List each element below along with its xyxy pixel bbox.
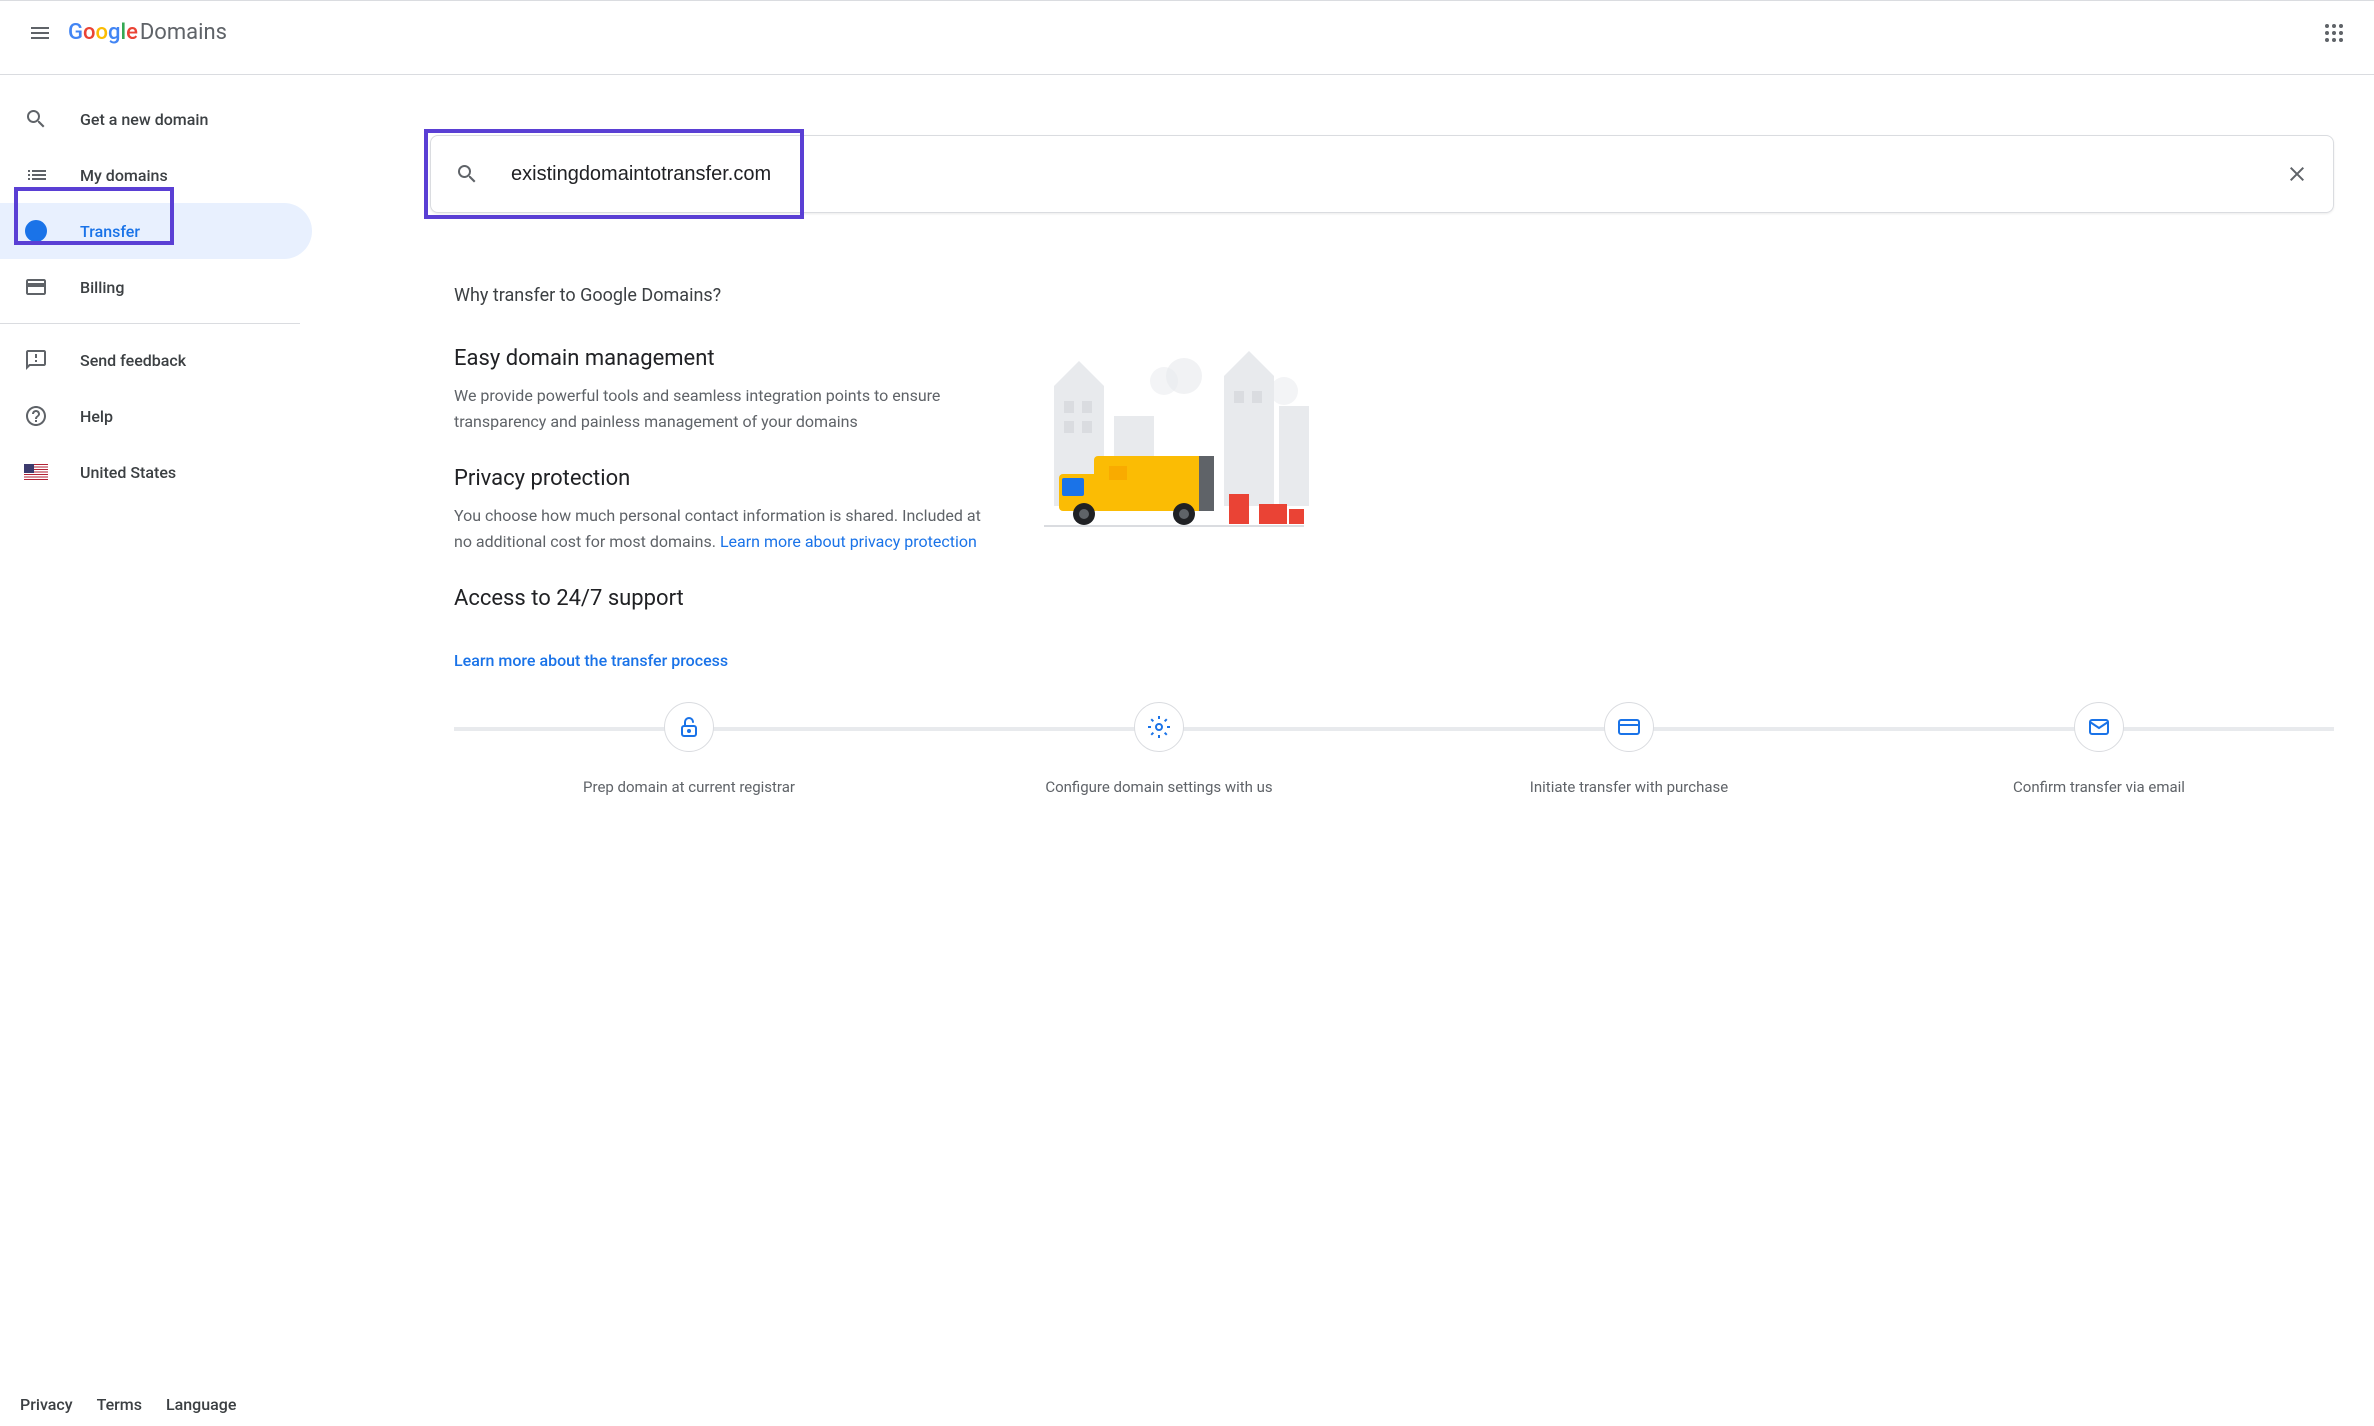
- feature-heading: Privacy protection: [454, 466, 994, 491]
- list-icon: [24, 163, 48, 187]
- nav-label: Get a new domain: [80, 110, 208, 129]
- google-logo-text: Google: [68, 20, 138, 45]
- close-icon: [2285, 162, 2309, 186]
- terms-link[interactable]: Terms: [97, 1395, 142, 1414]
- gear-icon: [1134, 702, 1184, 752]
- nav-label: Help: [80, 407, 113, 426]
- step-prep: Prep domain at current registrar: [454, 702, 924, 799]
- email-icon: [2074, 702, 2124, 752]
- sidebar-item-my-domains[interactable]: My domains: [0, 147, 312, 203]
- search-icon: [24, 107, 48, 131]
- us-flag-icon: [24, 460, 48, 484]
- feature-body: We provide powerful tools and seamless i…: [454, 383, 994, 434]
- privacy-link[interactable]: Privacy: [20, 1395, 73, 1414]
- footer-links: Privacy Terms Language: [0, 1383, 256, 1426]
- step-confirm: Confirm transfer via email: [1864, 702, 2334, 799]
- nav-label: United States: [80, 463, 176, 482]
- feature-privacy: Privacy protection You choose how much p…: [454, 466, 994, 554]
- top-bar: Google Domains: [0, 0, 2374, 64]
- step-label: Prep domain at current registrar: [454, 776, 924, 799]
- step-configure: Configure domain settings with us: [924, 702, 1394, 799]
- hamburger-icon: [28, 21, 52, 45]
- sidebar-item-billing[interactable]: Billing: [0, 259, 312, 315]
- learn-more-transfer-link[interactable]: Learn more about the transfer process: [454, 651, 728, 670]
- feedback-icon: [24, 348, 48, 372]
- sidebar-item-feedback[interactable]: Send feedback: [0, 332, 312, 388]
- language-link[interactable]: Language: [166, 1395, 236, 1414]
- sidebar-item-get-domain[interactable]: Get a new domain: [0, 91, 312, 147]
- transfer-steps: Prep domain at current registrar Configu…: [454, 702, 2334, 799]
- logo[interactable]: Google Domains: [68, 20, 227, 45]
- nav-label: Transfer: [80, 222, 140, 241]
- credit-card-icon: [24, 275, 48, 299]
- sidebar-item-help[interactable]: Help: [0, 388, 312, 444]
- main-content: Why transfer to Google Domains? Easy dom…: [320, 75, 2374, 1426]
- domain-transfer-input[interactable]: [511, 163, 2285, 186]
- why-transfer-section: Why transfer to Google Domains? Easy dom…: [430, 285, 2334, 799]
- nav-label: Billing: [80, 278, 124, 297]
- nav-label: Send feedback: [80, 351, 186, 370]
- nav-label: My domains: [80, 166, 168, 185]
- product-name: Domains: [140, 20, 227, 45]
- sidebar-item-transfer[interactable]: Transfer: [0, 203, 312, 259]
- step-label: Configure domain settings with us: [924, 776, 1394, 799]
- step-label: Initiate transfer with purchase: [1394, 776, 1864, 799]
- apps-grid-icon: [2322, 21, 2346, 45]
- step-label: Confirm transfer via email: [1864, 776, 2334, 799]
- sidebar-item-country[interactable]: United States: [0, 444, 312, 500]
- feature-heading: Access to 24/7 support: [454, 586, 994, 611]
- help-icon: [24, 404, 48, 428]
- transfer-icon: [24, 219, 48, 243]
- moving-truck-illustration: [1034, 346, 1314, 546]
- clear-search-button[interactable]: [2285, 162, 2309, 186]
- feature-support: Access to 24/7 support: [454, 586, 994, 611]
- section-title: Why transfer to Google Domains?: [454, 285, 2334, 306]
- privacy-learn-more-link[interactable]: Learn more about privacy protection: [720, 532, 977, 551]
- sidebar: Get a new domain My domains Transfer Bil…: [0, 75, 320, 1426]
- transfer-search-box: [430, 135, 2334, 213]
- menu-button[interactable]: [16, 9, 64, 57]
- sidebar-separator: [0, 323, 300, 324]
- credit-card-icon: [1604, 702, 1654, 752]
- feature-body: You choose how much personal contact inf…: [454, 503, 994, 554]
- unlock-icon: [664, 702, 714, 752]
- step-initiate: Initiate transfer with purchase: [1394, 702, 1864, 799]
- feature-heading: Easy domain management: [454, 346, 994, 371]
- feature-easy-management: Easy domain management We provide powerf…: [454, 346, 994, 434]
- search-icon: [455, 162, 479, 186]
- google-apps-button[interactable]: [2310, 9, 2358, 57]
